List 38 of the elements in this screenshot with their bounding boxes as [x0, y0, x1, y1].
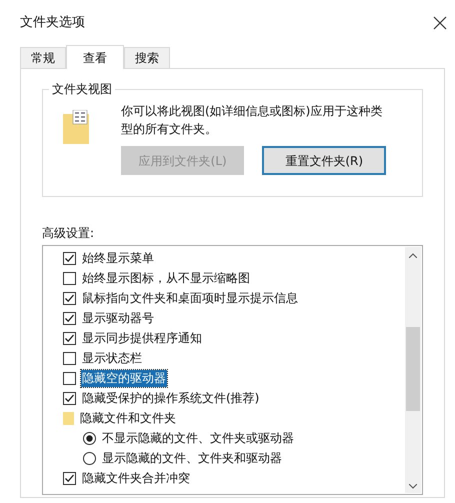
- checkbox[interactable]: [63, 272, 76, 284]
- radio-button[interactable]: [83, 432, 96, 444]
- scrollbar[interactable]: [405, 247, 421, 493]
- setting-label[interactable]: 显示状态栏: [81, 350, 143, 366]
- checkbox[interactable]: [63, 392, 76, 404]
- setting-label[interactable]: 始终显示菜单: [81, 250, 155, 266]
- tab[interactable]: 常规: [20, 47, 66, 68]
- setting-label[interactable]: 隐藏受保护的操作系统文件(推荐): [81, 390, 260, 406]
- radio-button[interactable]: [83, 452, 96, 464]
- checkbox[interactable]: [63, 332, 76, 344]
- scroll-up-icon[interactable]: [409, 253, 417, 258]
- description-text: 你可以将此视图(如详细信息或图标)应用于这种类型的所有文件夹。: [121, 103, 384, 138]
- setting-label[interactable]: 显示隐藏的文件、文件夹和驱动器: [101, 450, 283, 466]
- checkbox[interactable]: [63, 472, 76, 484]
- setting-label[interactable]: 鼠标指向文件夹和桌面项时显示提示信息: [81, 290, 299, 306]
- scrollbar-thumb[interactable]: [406, 327, 420, 411]
- setting-label[interactable]: 隐藏文件和文件夹: [79, 410, 177, 426]
- window-title: 文件夹选项: [20, 14, 85, 32]
- setting-label[interactable]: 不显示隐藏的文件、文件夹或驱动器: [101, 430, 295, 446]
- setting-label[interactable]: 显示驱动器号: [81, 310, 155, 326]
- tab[interactable]: 搜索: [124, 47, 170, 68]
- folder-icon: [63, 110, 89, 144]
- tab[interactable]: 查看: [66, 45, 124, 69]
- setting-label[interactable]: 始终显示图标，从不显示缩略图: [81, 270, 251, 286]
- close-icon[interactable]: [433, 16, 447, 30]
- setting-label[interactable]: 隐藏空的驱动器: [81, 370, 167, 386]
- folder-icon: [63, 412, 74, 424]
- folder-button[interactable]: 重置文件夹(R): [262, 146, 386, 175]
- advanced-settings-label: 高级设置:: [42, 225, 96, 242]
- setting-label[interactable]: 隐藏文件夹合并冲突: [81, 470, 191, 486]
- scroll-down-icon[interactable]: [409, 484, 417, 489]
- checkbox[interactable]: [63, 292, 76, 304]
- checkbox[interactable]: [63, 352, 76, 364]
- checkbox[interactable]: [63, 312, 76, 324]
- group-title: 文件夹视图: [49, 80, 115, 98]
- setting-label[interactable]: 显示同步提供程序通知: [81, 330, 203, 346]
- checkbox[interactable]: [63, 252, 76, 264]
- checkbox[interactable]: [63, 372, 76, 384]
